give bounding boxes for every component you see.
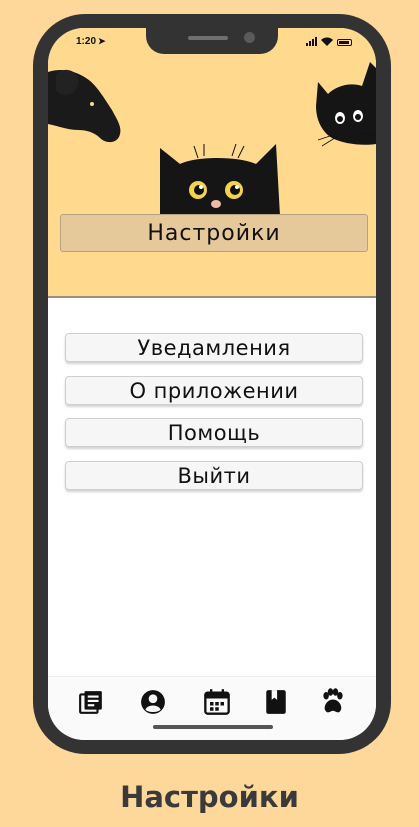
tab-profile[interactable] [138, 687, 168, 717]
page-title: Настройки [60, 214, 368, 252]
news-icon [79, 691, 102, 714]
phone-screen: Настройки 1:20 ➤ Уведамления О приложении… [48, 28, 376, 740]
bottom-tab-bar [48, 676, 376, 740]
location-arrow-icon: ➤ [98, 36, 106, 46]
phone-notch [146, 28, 278, 54]
profile-icon [141, 690, 165, 714]
tab-calendar[interactable] [202, 687, 232, 717]
screen-caption: Настройки [120, 780, 299, 814]
notifications-button[interactable]: Уведамления [65, 333, 363, 362]
home-indicator[interactable] [153, 725, 273, 729]
cat-illustration-center [160, 144, 280, 216]
cat-illustration-right [316, 62, 376, 147]
wifi-icon [321, 37, 333, 46]
header-banner: Настройки [48, 28, 376, 298]
dog-illustration [48, 69, 121, 143]
calendar-icon [204, 689, 230, 715]
status-time-text: 1:20 [76, 36, 97, 47]
speaker-grill [188, 36, 228, 40]
logout-button[interactable]: Выйти [65, 461, 363, 490]
battery-icon [337, 39, 352, 46]
book-icon [266, 690, 286, 714]
tab-paw[interactable] [318, 687, 348, 717]
help-button[interactable]: Помощь [65, 418, 363, 447]
camera-icon [244, 32, 255, 43]
tab-news[interactable] [76, 687, 106, 717]
status-icons [306, 37, 352, 46]
about-app-button[interactable]: О приложении [65, 376, 363, 405]
signal-icon [306, 37, 317, 46]
status-time: 1:20 ➤ [76, 36, 106, 47]
tab-book[interactable] [261, 687, 291, 717]
paw-icon [323, 688, 343, 713]
